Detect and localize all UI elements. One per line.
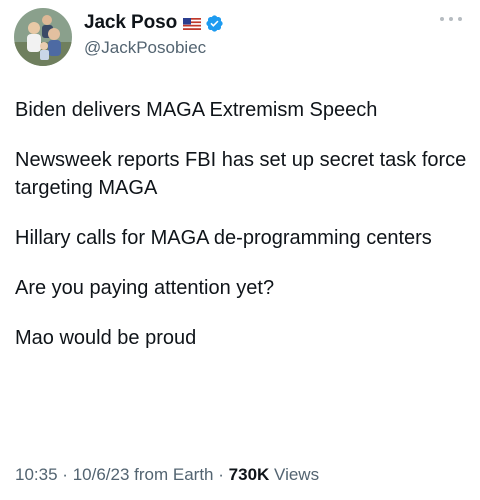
tweet-paragraph: Mao would be proud xyxy=(15,327,197,349)
meta-separator: · xyxy=(62,465,68,484)
us-flag-icon xyxy=(183,17,202,30)
tweet-paragraph: Biden delivers MAGA Extremism Speech xyxy=(15,99,378,121)
author-handle[interactable]: @JackPosobiec xyxy=(84,38,224,58)
tweet-date[interactable]: 10/6/23 xyxy=(73,465,130,484)
tweet-header: Jack Poso @JackPosobiec xyxy=(14,8,470,66)
display-name-row: Jack Poso xyxy=(84,11,224,35)
verified-badge-icon xyxy=(205,14,224,33)
tweet-paragraph: Hillary calls for MAGA de-programming ce… xyxy=(15,227,432,249)
tweet-text: Biden delivers MAGA Extremism Speech New… xyxy=(15,96,470,374)
author-names: Jack Poso @JackPosobiec xyxy=(84,11,224,58)
more-options-icon[interactable] xyxy=(440,14,462,24)
display-name[interactable]: Jack Poso xyxy=(84,12,177,34)
meta-separator: · xyxy=(218,465,224,484)
tweet-paragraph: Newsweek reports FBI has set up secret t… xyxy=(15,149,467,199)
tweet-paragraph: Are you paying attention yet? xyxy=(15,277,275,299)
views-label: Views xyxy=(274,465,320,484)
tweet-card: Jack Poso @JackPosobiec Biden delivers M… xyxy=(0,0,480,500)
tweet-meta: 10:35 · 10/6/23 from Earth · 730K Views xyxy=(15,465,319,485)
tweet-time[interactable]: 10:35 xyxy=(15,465,58,484)
views-count: 730K xyxy=(228,465,270,484)
avatar[interactable] xyxy=(14,8,72,66)
tweet-source: from Earth xyxy=(134,465,214,484)
